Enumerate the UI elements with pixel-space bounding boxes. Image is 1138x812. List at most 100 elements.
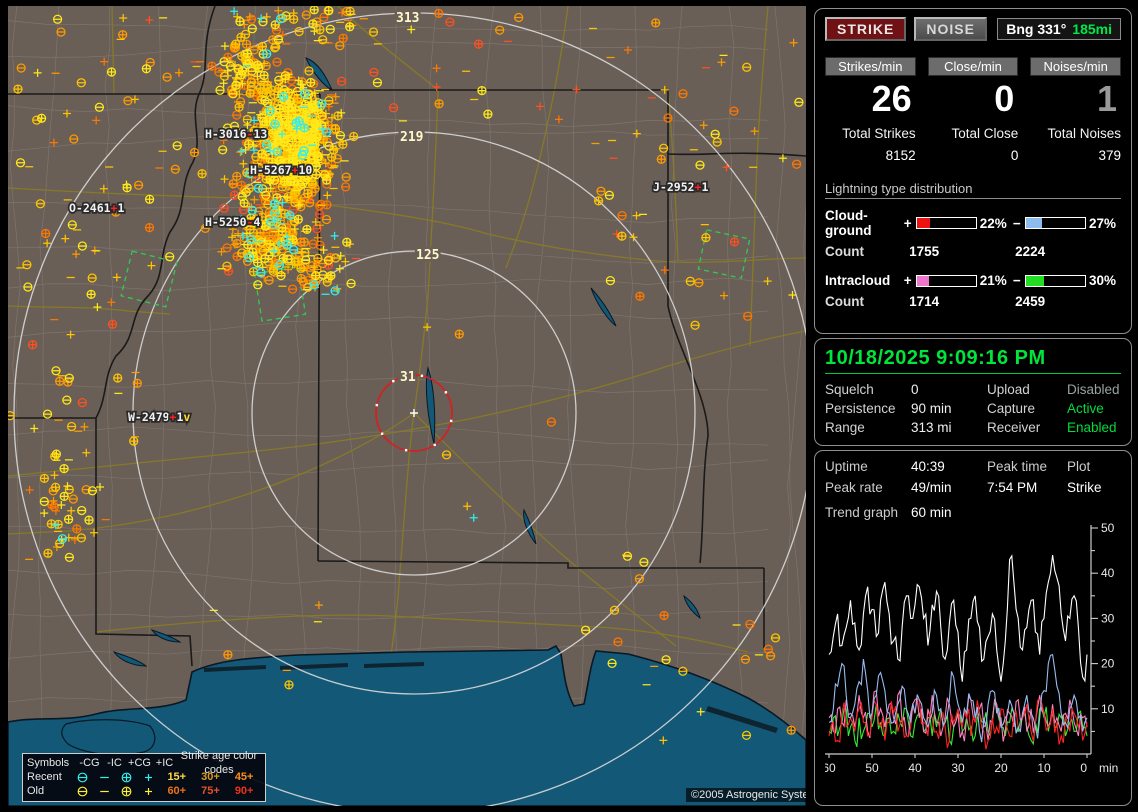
svg-text:H-5267+10: H-5267+10 <box>250 163 312 177</box>
strike-stats-panel: STRIKE NOISE Bng 331° 185mi Strikes/min 2… <box>814 8 1132 334</box>
cg-positive-pct: 22% <box>979 215 1007 231</box>
distance-value: 185mi <box>1072 21 1112 37</box>
uptime-value: 40:39 <box>911 459 945 474</box>
svg-text:0: 0 <box>1080 761 1087 775</box>
cgp-symbol-glyph <box>116 770 138 784</box>
capture-label: Capture <box>987 401 1036 416</box>
total-noises-label: Total Noises <box>1047 126 1121 141</box>
capture-status: Active <box>1067 401 1104 416</box>
age-code-30+: 30+ <box>201 771 220 783</box>
cgp-symbol-glyph <box>116 784 138 798</box>
lightning-map[interactable]: 313 219 125 31 H-3016-13 H-5267+10 H-5250-4 O-2… <box>8 6 806 806</box>
receiver-status: Enabled <box>1067 420 1117 435</box>
clock-status-panel: 10/18/2025 9:09:16 PM Squelch 0 Upload D… <box>814 338 1132 446</box>
datetime-display: 10/18/2025 9:09:16 PM <box>825 347 1121 374</box>
persistence-label: Persistence <box>825 401 896 416</box>
cg-positive-bar <box>915 217 977 229</box>
svg-text:10: 10 <box>1037 761 1051 775</box>
ic-negative-count: 2459 <box>1015 294 1046 309</box>
strikes-per-min-value: 26 <box>871 78 912 119</box>
total-strikes-label: Total Strikes <box>842 126 916 141</box>
cloud-ground-count-row: Count 1755 2224 <box>825 244 1121 259</box>
legend-row-old: Old 60+ 75+ 90+ <box>27 784 261 798</box>
noises-per-min-column: Noises/min 1 Total Noises 379 <box>1030 57 1121 163</box>
close-per-min-value: 0 <box>994 78 1015 119</box>
icm-symbol-glyph <box>93 784 115 798</box>
noise-indicator-button[interactable]: NOISE <box>914 17 987 41</box>
svg-text:min: min <box>1099 761 1118 775</box>
plus-sign: + <box>903 273 912 288</box>
cg-negative-bar <box>1024 217 1086 229</box>
svg-text:50: 50 <box>865 761 879 775</box>
upload-label: Upload <box>987 382 1030 397</box>
close-per-min-chip: Close/min <box>927 57 1019 76</box>
cg-negative-count: 2224 <box>1015 244 1046 259</box>
svg-text:30: 30 <box>1101 611 1115 625</box>
svg-text:10: 10 <box>1101 702 1115 716</box>
legend-type-neg-cg: -CG <box>79 757 100 769</box>
uptime-label: Uptime <box>825 459 868 474</box>
icp-symbol-glyph <box>138 784 160 798</box>
cgm-symbol-glyph <box>71 784 93 798</box>
squelch-label: Squelch <box>825 382 874 397</box>
icp-symbol-glyph <box>138 770 160 784</box>
count-label: Count <box>825 244 864 259</box>
ic-negative-bar <box>1024 274 1086 287</box>
symbol-legend: Symbols -CG -IC +CG +IC Strike age color… <box>22 750 266 802</box>
legend-symbols-header: Symbols <box>27 757 70 769</box>
plot-label: Plot <box>1067 459 1091 474</box>
peak-rate-value: 49/min <box>911 480 952 495</box>
age-code-90+: 90+ <box>234 785 254 797</box>
svg-text:20: 20 <box>1101 657 1115 671</box>
ic-positive-count: 1714 <box>909 294 940 309</box>
svg-text:60: 60 <box>825 761 836 775</box>
trend-panel: Uptime 40:39 Peak time Plot Peak rate 49… <box>814 450 1132 806</box>
svg-text:W-2479+1v: W-2479+1v <box>128 410 190 424</box>
receiver-label: Receiver <box>987 420 1041 435</box>
legend-type-neg-ic: -IC <box>107 757 122 769</box>
plot-value: Strike <box>1067 480 1102 495</box>
legend-row-recent: Recent 15+ 30+ 45+ <box>27 770 261 784</box>
cloud-ground-row: Cloud-ground + 22% − 27% <box>825 208 1121 238</box>
svg-text:40: 40 <box>908 761 922 775</box>
ic-positive-bar <box>915 274 977 287</box>
svg-text:30: 30 <box>951 761 965 775</box>
age-code-75+: 75+ <box>201 785 220 797</box>
svg-text:H-3016-13: H-3016-13 <box>205 127 267 141</box>
strikes-per-min-column: Strikes/min 26 Total Strikes 8152 <box>825 57 916 163</box>
distribution-title: Lightning type distribution <box>825 181 1121 199</box>
copyright-text: ©2005 Astrogenic Systems <box>686 788 806 802</box>
ic-negative-pct: 30% <box>1088 273 1116 288</box>
total-noises-value: 379 <box>1098 148 1121 163</box>
persistence-value: 90 min <box>911 401 952 416</box>
close-per-min-column: Close/min 0 Total Close 0 <box>927 57 1019 163</box>
age-code-15+: 15+ <box>167 771 187 783</box>
total-strikes-value: 8152 <box>885 148 916 163</box>
svg-text:H-5250-4: H-5250-4 <box>205 215 260 229</box>
intracloud-label: Intracloud <box>825 273 891 288</box>
age-code-60+: 60+ <box>167 785 187 797</box>
svg-text:O-2461+1: O-2461+1 <box>69 201 124 215</box>
plus-sign: + <box>903 215 912 231</box>
map-canvas[interactable]: 313 219 125 31 H-3016-13 H-5267+10 H-5250-4 O-2… <box>8 6 806 806</box>
squelch-value: 0 <box>911 382 919 397</box>
legend-type-pos-cg: +CG <box>128 757 151 769</box>
cgm-symbol-glyph <box>71 770 93 784</box>
age-code-45+: 45+ <box>234 771 254 783</box>
range-value: 313 mi <box>911 420 952 435</box>
trend-graph-label: Trend graph <box>825 505 899 520</box>
noises-per-min-value: 1 <box>1096 78 1117 119</box>
range-label: Range <box>825 420 865 435</box>
svg-text:20: 20 <box>994 761 1008 775</box>
peak-time-label: Peak time <box>987 459 1048 474</box>
nexstorm-window: 313 219 125 31 H-3016-13 H-5267+10 H-5250-4 O-2… <box>0 0 1138 812</box>
count-label: Count <box>825 294 864 309</box>
strike-indicator-button[interactable]: STRIKE <box>825 17 907 41</box>
svg-text:40: 40 <box>1101 566 1115 580</box>
icm-symbol-glyph <box>93 770 115 784</box>
peak-time-value: 7:54 PM <box>987 480 1038 495</box>
svg-text:31: 31 <box>400 370 416 385</box>
bearing-value: Bng 331° <box>1006 21 1067 37</box>
total-close-label: Total Close <box>951 126 1019 141</box>
intracloud-count-row: Count 1714 2459 <box>825 294 1121 309</box>
